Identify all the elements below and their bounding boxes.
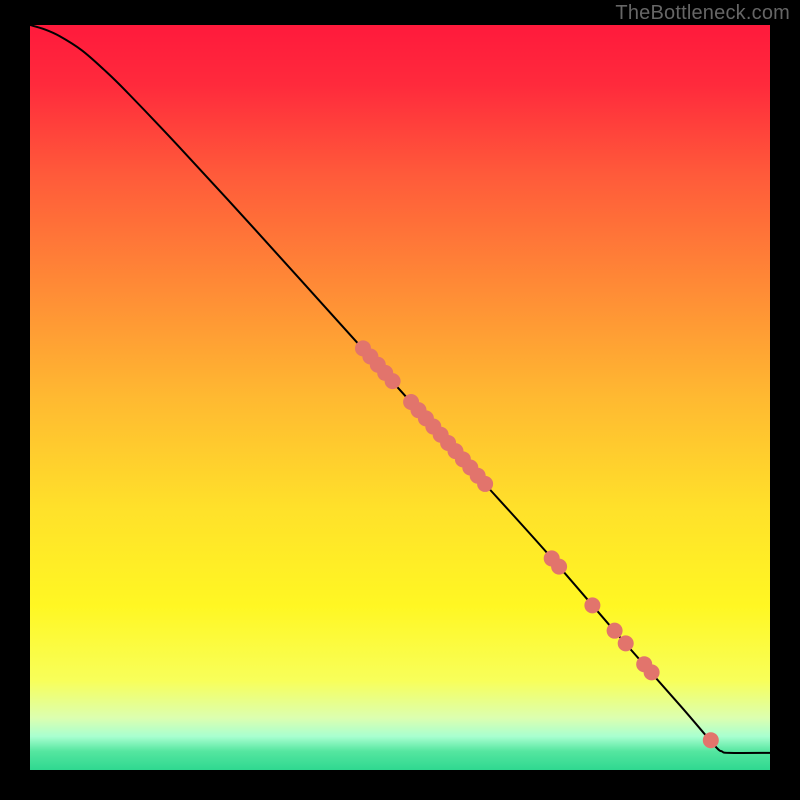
gradient-background <box>30 25 770 770</box>
scatter-point <box>618 635 634 651</box>
plot-area <box>30 25 770 770</box>
scatter-point <box>551 559 567 575</box>
scatter-point <box>703 732 719 748</box>
chart-svg <box>30 25 770 770</box>
scatter-point <box>607 623 623 639</box>
chart-frame: TheBottleneck.com <box>0 0 800 800</box>
scatter-point <box>644 664 660 680</box>
scatter-point <box>584 597 600 613</box>
watermark-text: TheBottleneck.com <box>615 2 790 25</box>
scatter-point <box>385 373 401 389</box>
scatter-point <box>477 476 493 492</box>
